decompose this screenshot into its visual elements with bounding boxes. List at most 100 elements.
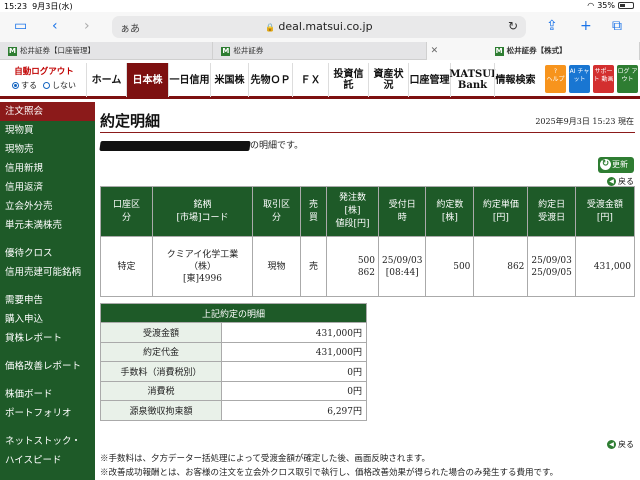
nav-us-stocks[interactable]: 米国株 [210, 63, 248, 97]
matsui-favicon-icon: M [221, 46, 231, 56]
auto-logout: 自動ログアウト する しない [2, 65, 86, 91]
status-bar: 15:23 9月3日(水) ◠ 35% [0, 0, 640, 12]
sidebar-item-cash-sell[interactable]: 現物売 [0, 140, 95, 159]
support-video-icon[interactable]: サポート 動画 [593, 65, 614, 93]
sidebar-item-order-inquiry[interactable]: 注文照会 [0, 102, 95, 121]
sidebar-item-purchase-application[interactable]: 購入申込 [0, 310, 95, 329]
auto-logout-on-radio[interactable]: する [12, 80, 37, 91]
col-side: 売買 [300, 186, 327, 237]
sidebar-item-lending-report[interactable]: 貸株レポート [0, 329, 95, 348]
sidebar-item-highspeed[interactable]: ハイスピード [0, 451, 95, 470]
nav-account[interactable]: 口座管理 [408, 63, 450, 97]
sidebar-item-odd-lot-sell[interactable]: 単元未満株売 [0, 216, 95, 235]
browser-tabs: M 松井証券【口座管理】 M 松井証券 ✕ M 松井証券【株式】 [0, 42, 640, 60]
sidebar-toggle-icon[interactable]: ▭ [14, 18, 27, 34]
col-trade-type: 取引区分 [252, 186, 301, 237]
back-arrow-icon: ◀ [607, 440, 616, 449]
timestamp: 2025年9月3日 15:23 現在 [535, 117, 634, 126]
notice-text: の明細です。 [99, 138, 303, 151]
nav-day-margin[interactable]: 一日信用 [168, 63, 210, 97]
sidebar-item-margin-close[interactable]: 信用返済 [0, 178, 95, 197]
help-icon[interactable]: ? ヘルプ [545, 65, 566, 93]
table-row: 約定代金 431,000円 [100, 341, 367, 362]
summary-label: 受渡金額 [100, 322, 222, 343]
address-bar[interactable]: ぁあ 🔒 deal.matsui.co.jp ↻ [112, 16, 526, 38]
back-icon[interactable]: ‹ [52, 18, 58, 34]
nav-home[interactable]: ホーム [86, 63, 126, 97]
summary-value: 0円 [221, 380, 367, 401]
tabs-overview-icon[interactable]: ⧉ [612, 18, 622, 34]
table-header-row: 口座区分 銘柄 [市場]コード 取引区分 売買 発注数 [株] 値段[円] 受付日時 … [100, 186, 636, 237]
cell-exec-price: 862 [473, 236, 529, 297]
summary-value: 431,000円 [221, 322, 367, 343]
summary-title: 上記約定の明細 [100, 303, 367, 323]
sidebar-item-yutai-cross[interactable]: 優待クロス [0, 244, 95, 263]
site-header: 自動ログアウト する しない ホーム 日本株 一日信用 米国株 先物ＯＰ ＦＸ … [0, 61, 640, 99]
sidebar-item-margin-new[interactable]: 信用新規 [0, 159, 95, 178]
auto-logout-title: 自動ログアウト [14, 67, 74, 77]
summary-table: 上記約定の明細 受渡金額 431,000円 約定代金 431,000円 手数料（消費… [100, 303, 367, 421]
cell-order: 500 862 [326, 236, 379, 297]
tab-account[interactable]: M 松井証券【口座管理】 [0, 42, 214, 60]
browser-toolbar: ▭ ‹ › ぁあ 🔒 deal.matsui.co.jp ↻ ⇪ + ⧉ [0, 12, 640, 42]
col-stock: 銘柄 [市場]コード [152, 186, 253, 237]
footnotes: ※手数料は、夕方データー括処理によって受渡金額が確定した後、画面反映されます。 … [100, 452, 558, 480]
back-link-bottom[interactable]: ◀ 戻る [607, 439, 634, 450]
sidebar-item-stock-board[interactable]: 株価ボード [0, 385, 95, 404]
wifi-icon: ◠ [587, 1, 595, 10]
cell-exec-qty: 500 [425, 236, 475, 297]
logout-icon[interactable]: ログ アウト [617, 65, 638, 93]
nav-fx[interactable]: ＦＸ [292, 63, 328, 97]
summary-label: 手数料（消費税別） [100, 361, 222, 382]
nav-matsui-bank[interactable]: MATSUI Bank [449, 63, 496, 97]
sidebar-item-short-available[interactable]: 信用売建可能銘柄 [0, 263, 95, 282]
sidebar-item-portfolio[interactable]: ポートフォリオ [0, 404, 95, 423]
refresh-button[interactable]: ↻ 更新 [598, 157, 634, 173]
table-row: 消費税 0円 [100, 380, 367, 401]
tab-matsui[interactable]: M 松井証券 [213, 42, 427, 60]
cell-account: 特定 [100, 236, 153, 297]
page-title: 約定明細 [100, 112, 161, 130]
summary-label: 約定代金 [100, 341, 222, 362]
table-row: 特定 クミアイ化学工業（株） [東]4996 現物 売 500 862 25/09/… [100, 236, 636, 297]
col-settle-amount: 受渡金額 [円] [574, 186, 636, 237]
cell-stock[interactable]: クミアイ化学工業（株） [東]4996 [152, 236, 253, 297]
nav-futures-options[interactable]: 先物ＯＰ [248, 63, 292, 97]
summary-label: 源泉徴収拘束額 [100, 400, 222, 421]
sidebar-item-price-improvement[interactable]: 価格改善レポート [0, 357, 95, 376]
reload-icon[interactable]: ↻ [508, 19, 518, 33]
auto-logout-off-radio[interactable]: しない [43, 80, 76, 91]
summary-value: 431,000円 [221, 341, 367, 362]
nav-assets[interactable]: 資産状況 [368, 63, 408, 97]
sidebar-item-demand-report[interactable]: 需要申告 [0, 291, 95, 310]
sidebar: 注文照会 現物買 現物売 信用新規 信用返済 立会外分売 単元未満株売 優待クロ… [0, 102, 95, 480]
close-tab-icon[interactable]: ✕ [431, 42, 439, 60]
cell-accept: 25/09/03 [08:44] [377, 236, 427, 297]
new-tab-icon[interactable]: + [580, 18, 592, 34]
col-account: 口座区分 [100, 186, 153, 237]
footnote: ※手数料は、夕方データー括処理によって受渡金額が確定した後、画面反映されます。 [100, 454, 430, 464]
cell-trade-type: 現物 [252, 236, 301, 297]
forward-icon[interactable]: › [84, 18, 90, 34]
nav-info-search[interactable]: 情報検索 [494, 63, 536, 97]
main-content: 約定明細 2025年9月3日 15:23 現在 の明細です。 ↻ 更新 ◀ 戻る 口… [99, 102, 640, 480]
table-row: 源泉徴収拘束額 6,297円 [100, 400, 367, 421]
ai-chat-icon[interactable]: AI チャット [569, 65, 590, 93]
cell-exec-date: 25/09/03 25/09/05 [527, 236, 576, 297]
nav-mutual-funds[interactable]: 投資信託 [328, 63, 368, 97]
sidebar-item-netstock[interactable]: ネットストック・ [0, 432, 95, 451]
col-exec-date: 約定日 受渡日 [527, 186, 576, 237]
cell-side: 売 [300, 236, 327, 297]
sidebar-item-cash-buy[interactable]: 現物買 [0, 121, 95, 140]
tab-stocks[interactable]: ✕ M 松井証券【株式】 [426, 42, 640, 60]
share-icon[interactable]: ⇪ [546, 18, 558, 34]
nav-japan-stocks[interactable]: 日本株 [126, 63, 168, 97]
execution-table: 口座区分 銘柄 [市場]コード 取引区分 売買 発注数 [株] 値段[円] 受付日時 … [100, 186, 636, 297]
lock-icon: 🔒 [265, 23, 276, 32]
summary-value: 6,297円 [221, 400, 367, 421]
main-nav: ホーム 日本株 一日信用 米国株 先物ＯＰ ＦＸ 投資信託 資産状況 口座管理 … [86, 63, 536, 97]
sidebar-item-offfloor-sale[interactable]: 立会外分売 [0, 197, 95, 216]
table-row: 受渡金額 431,000円 [100, 322, 367, 343]
matsui-favicon-icon: M [494, 46, 504, 56]
redacted-block [99, 140, 251, 151]
